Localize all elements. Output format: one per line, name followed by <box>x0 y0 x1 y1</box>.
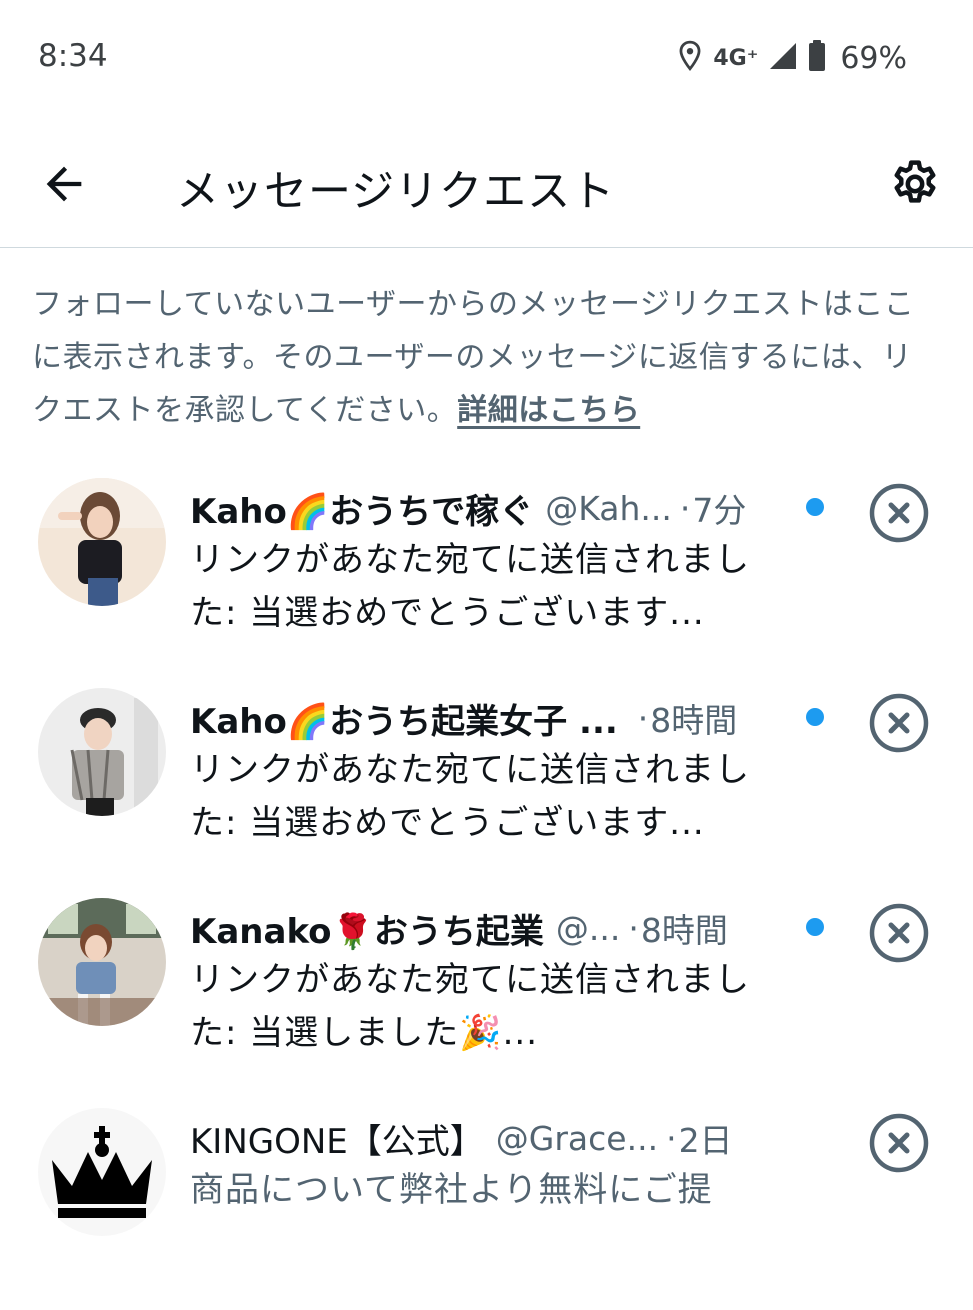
separator: · <box>628 908 639 948</box>
avatar[interactable] <box>38 688 166 816</box>
request-item[interactable]: Kaho🌈おうちで稼ぐ @Kah... · 7分 リンクがあなた宛てに送信されま… <box>0 470 973 680</box>
timestamp: 7分 <box>692 491 747 530</box>
battery-icon <box>808 40 826 76</box>
avatar[interactable] <box>38 898 166 1026</box>
location-icon <box>677 40 703 76</box>
timestamp: 2日 <box>678 1121 733 1160</box>
display-name: KINGONE【公式】 <box>190 1121 484 1162</box>
gear-icon <box>894 160 936 203</box>
user-handle: @Kah... <box>545 488 672 528</box>
timestamp: 8時間 <box>650 701 738 740</box>
request-item[interactable]: Kaho🌈おうち起業女子 ... · 8時間 リンクがあなた宛てに送信されました… <box>0 680 973 890</box>
message-preview: リンクがあなた宛てに送信されました: 当選おめでとうございます... <box>190 750 750 843</box>
close-circle-icon <box>869 1113 929 1173</box>
unread-indicator <box>806 708 824 726</box>
dismiss-button[interactable] <box>868 902 930 964</box>
user-handle: @Grace... <box>495 1118 659 1158</box>
message-preview: 商品について弊社より無料にご提 <box>190 1170 713 1210</box>
battery-percent: 69% <box>840 40 907 76</box>
close-circle-icon <box>869 903 929 963</box>
request-item[interactable]: KINGONE【公式】 @Grace... · 2日 商品について弊社より無料に… <box>0 1100 973 1310</box>
message-preview: リンクがあなた宛てに送信されました: 当選しました🎉... <box>190 960 750 1053</box>
signal-icon <box>768 41 798 75</box>
request-header: Kaho🌈おうちで稼ぐ @Kah... · 7分 <box>190 484 800 532</box>
request-header: Kaho🌈おうち起業女子 ... · 8時間 <box>190 694 800 742</box>
arrow-left-icon <box>46 166 82 202</box>
network-type: 4G⁺ <box>713 45 759 71</box>
close-circle-icon <box>869 483 929 543</box>
close-circle-icon <box>869 693 929 753</box>
separator: · <box>637 698 649 738</box>
status-time: 8:34 <box>38 38 108 74</box>
request-header: KINGONE【公式】 @Grace... · 2日 <box>190 1114 800 1162</box>
display-name: Kaho🌈おうち起業女子 ... <box>190 701 618 742</box>
display-name: Kaho🌈おうちで稼ぐ <box>190 491 534 532</box>
status-bar: 8:34 4G⁺ 69% <box>0 0 973 115</box>
status-icons: 4G⁺ 69% <box>677 38 907 78</box>
dismiss-button[interactable] <box>868 692 930 754</box>
separator: · <box>679 488 691 528</box>
avatar[interactable] <box>38 478 166 606</box>
user-handle: @... <box>555 908 621 948</box>
unread-indicator <box>806 498 824 516</box>
unread-indicator <box>806 918 824 936</box>
learn-more-link[interactable]: 詳細はこちら <box>457 393 640 428</box>
page-title: メッセージリクエスト <box>176 167 616 217</box>
back-button[interactable] <box>38 158 90 210</box>
display-name: Kanako🌹おうち起業 <box>190 911 544 952</box>
request-list: Kaho🌈おうちで稼ぐ @Kah... · 7分 リンクがあなた宛てに送信されま… <box>0 470 973 1310</box>
request-item[interactable]: Kanako🌹おうち起業 @... · 8時間 リンクがあなた宛てに送信されまし… <box>0 890 973 1100</box>
separator: · <box>666 1118 677 1158</box>
info-text: フォローしていないユーザーからのメッセージリクエストはここに表示されます。そのユ… <box>32 278 942 437</box>
request-header: Kanako🌹おうち起業 @... · 8時間 <box>190 904 800 952</box>
dismiss-button[interactable] <box>868 1112 930 1174</box>
avatar[interactable] <box>38 1108 166 1236</box>
dismiss-button[interactable] <box>868 482 930 544</box>
app-bar: メッセージリクエスト <box>0 115 973 248</box>
settings-button[interactable] <box>888 157 942 211</box>
message-preview: リンクがあなた宛てに送信されました: 当選おめでとうございます... <box>190 540 750 633</box>
timestamp: 8時間 <box>640 911 728 950</box>
